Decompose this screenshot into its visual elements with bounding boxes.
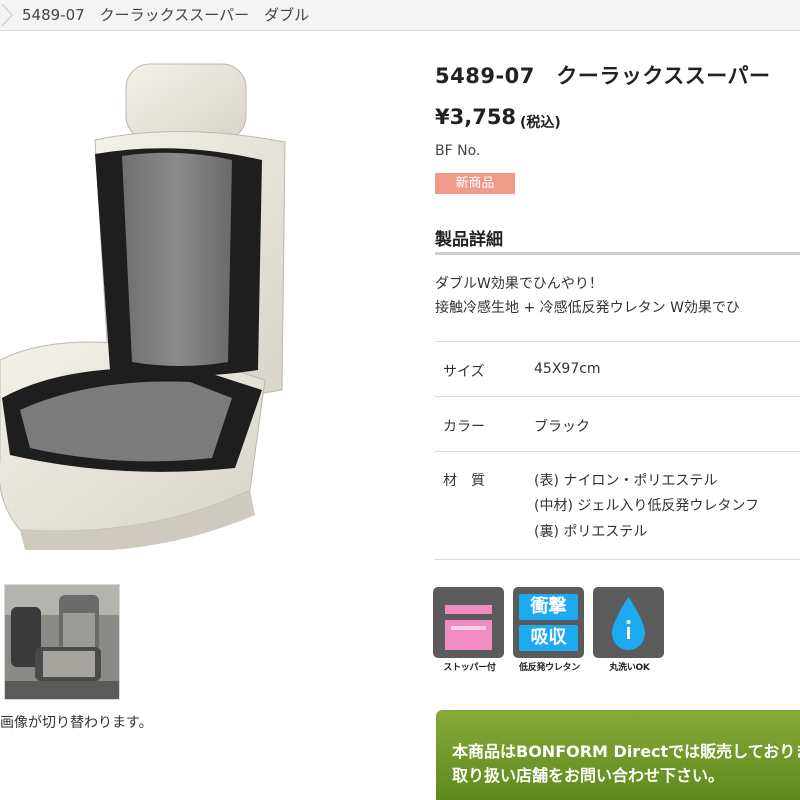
details-heading: 製品詳細 (435, 230, 503, 250)
product-main-image (0, 63, 286, 550)
spec-label-size: サイズ (443, 364, 485, 380)
impact-label-line2: 吸収 (519, 625, 578, 651)
spec-row-size: サイズ 45X97cm (435, 341, 800, 397)
thumbnail-note: 画像が切り替わります。 (0, 715, 153, 731)
spec-value-color: ブラック (534, 419, 590, 435)
stopper-icon (433, 587, 504, 658)
impact-absorb-icon: 衝撃 吸収 (513, 587, 584, 658)
spec-label-color: カラー (443, 419, 485, 435)
feature-impact-absorb: 衝撃 吸収 低反発ウレタン (513, 587, 586, 673)
spec-row-color: カラー ブラック (435, 396, 800, 452)
feature-caption-washable: 丸洗いOK (609, 663, 650, 673)
feature-caption-stopper: ストッパー付 (443, 663, 496, 673)
bf-number: BF No. (435, 143, 481, 159)
availability-notice: 本商品はBONFORM Directでは販売しておりま 取り扱い店舗をお問い合わ… (436, 710, 800, 800)
spec-value-material-surface: (表) ナイロン・ポリエステル (534, 473, 718, 489)
impact-label-line1: 衝撃 (519, 594, 578, 620)
spec-row-material: 材 質 (表) ナイロン・ポリエステル (中材) ジェル入り低反発ウレタンフ (… (435, 451, 800, 560)
feature-stopper: ストッパー付 (433, 587, 506, 673)
breadcrumb-current: 5489-07 クーラックススーパー ダブル (22, 6, 310, 24)
product-thumbnail[interactable] (4, 584, 120, 700)
product-price: ¥3,758 (435, 105, 517, 129)
spec-value-size: 45X97cm (534, 361, 601, 377)
new-product-badge: 新商品 (435, 173, 515, 194)
feature-washable: 丸洗いOK (593, 587, 666, 673)
spec-value-material-back: (裏) ポリエステル (534, 524, 648, 540)
price-tax-note: (税込) (520, 115, 561, 131)
description-line-1: ダブルW効果でひんやり！ (435, 276, 603, 292)
thumbnail-image (5, 585, 119, 699)
heading-divider (435, 252, 800, 255)
notice-line-2: 取り扱い店舗をお問い合わせ下さい。 (452, 766, 725, 785)
spec-label-material: 材 質 (443, 473, 485, 489)
product-title: 5489-07 クーラックススーパー (435, 64, 771, 88)
water-drop-icon (593, 587, 664, 658)
spec-value-material-core: (中材) ジェル入り低反発ウレタンフ (534, 498, 759, 514)
breadcrumb-separator-icon (1, 3, 13, 27)
description-line-2: 接触冷感生地 + 冷感低反発ウレタン W効果でひ (435, 300, 740, 316)
notice-line-1: 本商品はBONFORM Directでは販売しておりま (452, 742, 800, 761)
breadcrumb: 5489-07 クーラックススーパー ダブル (0, 0, 800, 31)
feature-caption-impact: 低反発ウレタン (519, 663, 580, 673)
